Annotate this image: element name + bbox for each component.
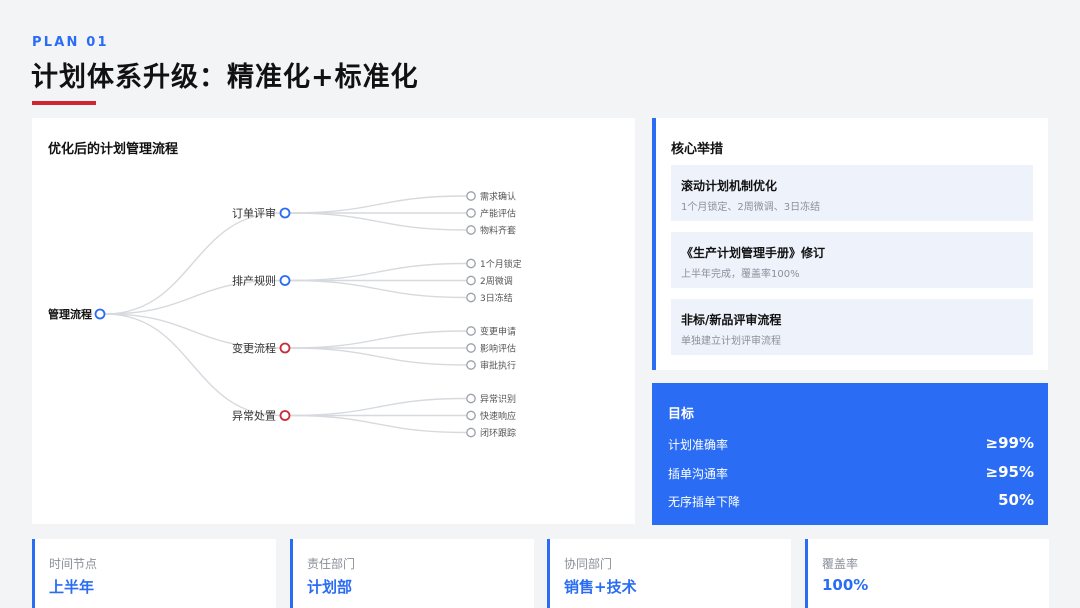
stat-card-collab: 协同部门 销售+技术: [547, 539, 791, 608]
goal-value: 50%: [998, 491, 1034, 509]
stat-label: 时间节点: [49, 557, 98, 571]
branch-leaf-link: [289, 279, 467, 299]
branch-node-label: 排产规则: [232, 274, 276, 288]
branch-leaf-link: [289, 195, 467, 214]
leaf-node-marker: [466, 427, 476, 438]
stat-value: 销售+技术: [564, 578, 637, 596]
goal-label: 无序插单下降: [668, 495, 741, 509]
leaf-node-marker: [466, 258, 476, 269]
stat-card-coverage: 覆盖率 100%: [805, 539, 1049, 608]
stat-value: 100%: [822, 576, 869, 594]
goal-label: 计划准确率: [668, 438, 729, 452]
leaf-node-label: 2周微调: [480, 275, 513, 287]
branch-leaf-link: [289, 212, 467, 231]
stat-label: 责任部门: [307, 557, 356, 571]
leaf-node-marker: [466, 225, 476, 235]
leaf-node-marker: [466, 275, 476, 286]
measures-panel: 核心举措 滚动计划机制优化 1个月锁定、2周微调、3日冻结 《生产计划管理手册》…: [652, 118, 1048, 370]
flow-panel: 优化后的计划管理流程 管理流程 订单评审 需求确认 产能评估 物料齐套 排产规则 1个月锁定…: [32, 118, 635, 524]
branch-leaf-link: [289, 397, 467, 417]
goal-row: 无序插单下降 50%: [668, 491, 1034, 511]
stat-value: 计划部: [307, 578, 353, 596]
leaf-node-label: 异常识别: [480, 393, 516, 405]
flow-tree: 管理流程 订单评审 需求确认产能评估物料齐套排产规则 1个月锁定 2周微调 3日冻结变更流…: [48, 191, 522, 440]
leaf-node-label: 审批执行: [480, 360, 516, 372]
leaf-node-label: 物料齐套: [480, 225, 516, 237]
leaf-node-marker: [466, 292, 476, 303]
leaf-node-marker: [466, 208, 476, 218]
branch-leaf-link: [289, 414, 467, 434]
branch-node-marker: [279, 207, 291, 219]
leaf-node-marker: [466, 393, 476, 404]
goals-panel: 目标 计划准确率 ≥99% 插单沟通率 ≥95% 无序插单下降 50%: [652, 383, 1048, 525]
measure-card: 《生产计划管理手册》修订 上半年完成，覆盖率100%: [671, 232, 1033, 288]
page-title: 计划体系升级：精准化+标准化: [31, 62, 419, 93]
goal-value: ≥99%: [985, 434, 1034, 452]
branch-node-label: 异常处置: [232, 410, 276, 423]
measure-title: 非标/新品评审流程: [681, 313, 782, 327]
leaf-node-label: 1个月锁定: [480, 258, 522, 270]
leaf-node-label: 快速响应: [480, 410, 516, 422]
branch-node-label: 订单评审: [232, 206, 276, 220]
goal-label: 插单沟通率: [668, 467, 729, 481]
measures-title: 核心举措: [671, 142, 724, 157]
branch-node-marker: [279, 275, 291, 286]
branch-leaf-link: [289, 262, 467, 282]
leaf-node-marker: [466, 343, 476, 353]
measure-card: 滚动计划机制优化 1个月锁定、2周微调、3日冻结: [671, 165, 1033, 221]
stat-value: 上半年: [49, 578, 95, 596]
leaf-node-label: 3日冻结: [480, 292, 513, 304]
branch-node-marker: [279, 342, 291, 354]
measure-title: 《生产计划管理手册》修订: [681, 246, 826, 260]
root-branch-link: [104, 313, 281, 417]
measure-desc: 上半年完成，覆盖率100%: [681, 269, 800, 280]
root-branch-link: [104, 212, 281, 315]
goals-title: 目标: [668, 407, 695, 422]
branch-node-marker: [279, 410, 291, 421]
goal-row: 插单沟通率 ≥95%: [668, 463, 1034, 483]
leaf-node-marker: [466, 191, 476, 201]
leaf-node-label: 产能评估: [480, 208, 516, 220]
plan-label: PLAN 01: [32, 35, 109, 50]
goal-value: ≥95%: [985, 463, 1034, 481]
goal-row: 计划准确率 ≥99%: [668, 434, 1034, 454]
root-node-label: 管理流程: [48, 307, 92, 321]
stat-card-time: 时间节点 上半年: [32, 539, 276, 608]
leaf-node-label: 影响评估: [480, 343, 516, 355]
root-node-marker: [94, 308, 106, 320]
stat-card-owner: 责任部门 计划部: [290, 539, 534, 608]
leaf-node-label: 闭环跟踪: [480, 427, 516, 439]
leaf-node-marker: [466, 326, 476, 336]
leaf-node-label: 变更申请: [480, 326, 516, 338]
stat-label: 协同部门: [564, 557, 613, 571]
leaf-node-marker: [466, 360, 476, 370]
leaf-node-marker: [466, 410, 476, 421]
measure-desc: 1个月锁定、2周微调、3日冻结: [681, 202, 821, 213]
measure-card: 非标/新品评审流程 单独建立计划评审流程: [671, 299, 1033, 355]
stat-label: 覆盖率: [822, 557, 859, 571]
branch-leaf-link: [289, 330, 467, 349]
title-underline: [32, 101, 96, 105]
branch-leaf-link: [289, 347, 467, 366]
measure-desc: 单独建立计划评审流程: [681, 336, 781, 347]
leaf-node-label: 需求确认: [480, 191, 516, 203]
branch-node-label: 变更流程: [232, 341, 276, 355]
measure-title: 滚动计划机制优化: [681, 179, 778, 193]
